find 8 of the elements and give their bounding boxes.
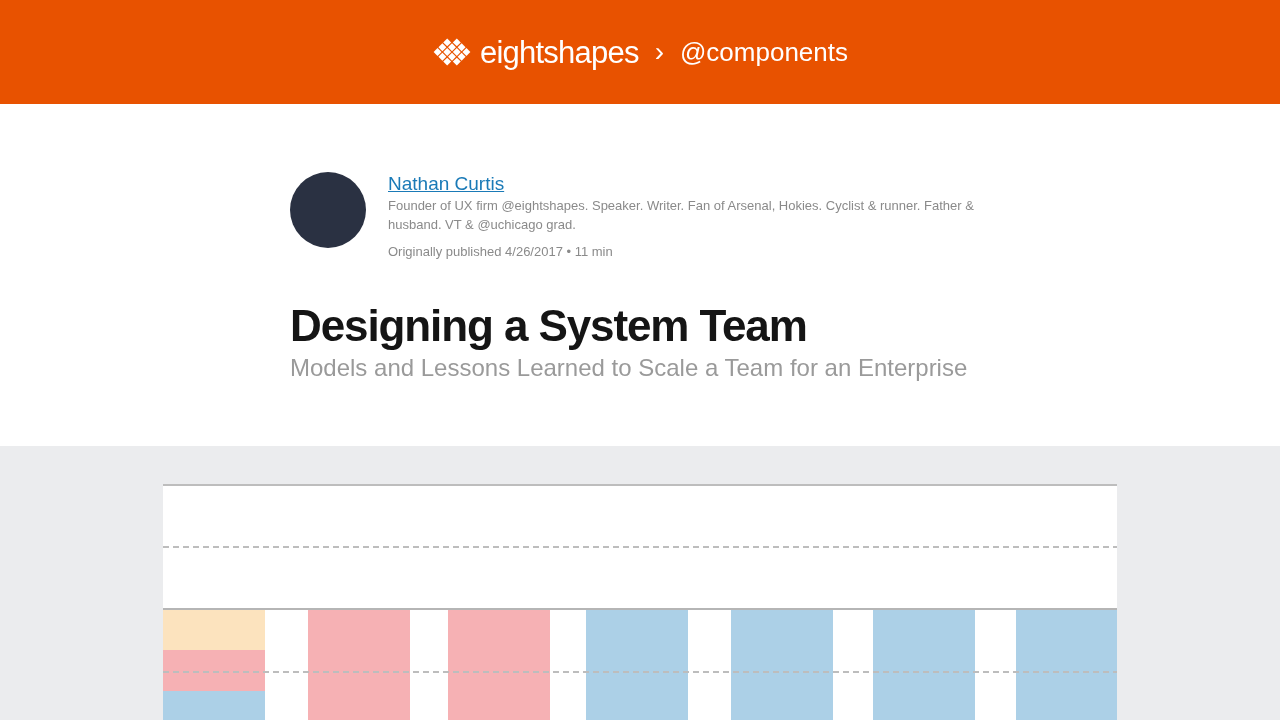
article-title: Designing a System Team <box>290 299 808 352</box>
author-bio: Founder of UX firm @eightshapes. Speaker. Writer. Fan of Arsenal, Hokies. Cyclist & runner. Father & husband. VT & @uchicago grad. <box>388 197 975 234</box>
publish-meta: Originally published 4/26/2017 • 11 min <box>388 243 614 261</box>
brand-link[interactable]: eightshapes <box>479 36 639 68</box>
section-link[interactable]: @components <box>679 39 848 65</box>
author-name-link[interactable]: Nathan Curtis <box>388 172 505 196</box>
chevron-separator: › <box>653 38 665 66</box>
article-subtitle: Models and Lessons Learned to Scale a Team for an Enterprise <box>290 352 969 383</box>
